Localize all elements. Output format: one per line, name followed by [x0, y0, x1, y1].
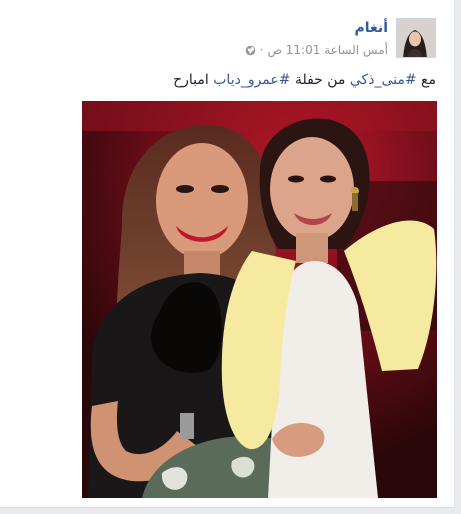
globe-icon[interactable] [245, 45, 256, 56]
post-timestamp[interactable]: أمس الساعة 11:01 ص [267, 43, 388, 57]
avatar[interactable] [396, 18, 436, 58]
hashtag-mona-zaki[interactable]: #منى_ذكي [350, 72, 417, 88]
post-card: أنغام أمس الساعة 11:01 ص · مع #منى_ذكي م… [0, 0, 455, 508]
post-meta: أمس الساعة 11:01 ص · [245, 43, 388, 57]
post-text-prefix: مع [416, 72, 436, 88]
meta-separator: · [259, 43, 264, 57]
hashtag-amr-diab[interactable]: #عمرو_دياب [213, 72, 290, 88]
post-text: مع #منى_ذكي من حفلة #عمرو_دياب امبارح [173, 72, 436, 88]
author-name[interactable]: أنغام [355, 20, 388, 36]
post-text-suffix: امبارح [173, 72, 214, 88]
post-text-middle: من حفلة [290, 72, 350, 88]
post-photo[interactable] [82, 101, 437, 498]
